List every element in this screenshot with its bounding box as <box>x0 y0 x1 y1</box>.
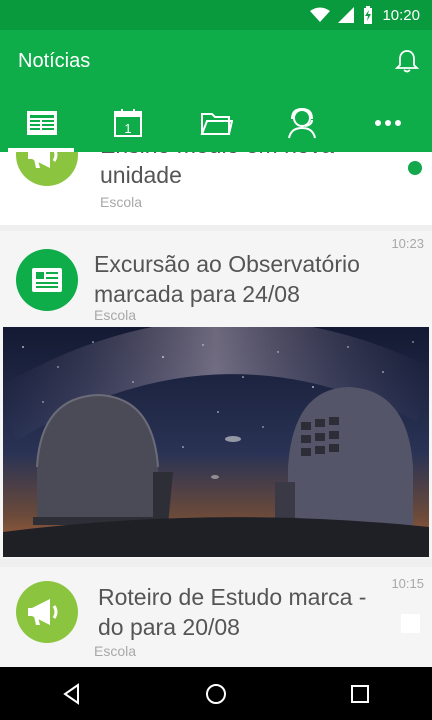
news-source: Escola <box>94 643 137 659</box>
newspaper-icon <box>32 268 62 292</box>
support-agent-icon <box>288 107 316 139</box>
tab-more[interactable] <box>358 94 418 152</box>
home-icon[interactable] <box>204 682 228 706</box>
tab-calendar[interactable]: 1 <box>98 94 158 152</box>
news-source: Escola <box>100 194 143 210</box>
app-bar: Notícias <box>0 30 432 94</box>
tab-files[interactable] <box>186 94 246 152</box>
calendar-icon: 1 <box>114 109 142 137</box>
news-time: 10:15 <box>391 576 424 591</box>
bell-icon[interactable] <box>394 48 420 74</box>
recents-icon[interactable] <box>348 682 372 706</box>
status-bar: 10:20 <box>0 0 432 30</box>
more-icon <box>375 120 401 126</box>
status-time: 10:20 <box>382 6 420 24</box>
avatar <box>16 152 78 186</box>
tab-bar: 1 <box>0 94 432 152</box>
unread-dot <box>408 161 422 175</box>
news-title: Roteiro de Estudo marca -do para 20/08 <box>98 584 367 640</box>
news-feed[interactable]: Ensino médio em nova unidade Escola 10:2… <box>0 152 432 667</box>
back-icon[interactable] <box>60 682 84 706</box>
news-card[interactable]: 10:15 Roteiro de Estudo marca -do para 2… <box>0 567 432 667</box>
megaphone-icon <box>28 152 58 168</box>
avatar <box>16 581 78 643</box>
news-title: Ensino médio em nova unidade <box>100 152 334 188</box>
system-nav-bar <box>0 667 432 720</box>
read-indicator <box>401 614 420 633</box>
observatory-image[interactable] <box>3 327 429 557</box>
news-card[interactable]: Ensino médio em nova unidade Escola <box>0 152 432 225</box>
news-source: Escola <box>94 307 137 323</box>
calendar-day: 1 <box>124 121 131 136</box>
folder-icon <box>200 113 233 135</box>
tab-support[interactable] <box>272 94 332 152</box>
signal-icon <box>338 7 355 23</box>
newspaper-icon <box>27 111 57 135</box>
avatar <box>16 249 78 311</box>
megaphone-icon <box>28 599 58 625</box>
news-title: Excursão ao Observatório marcada para 24… <box>94 251 360 307</box>
page-title: Notícias <box>18 50 91 72</box>
wifi-icon <box>310 7 331 22</box>
news-card[interactable]: 10:23 Excursão ao Observatório marcada p… <box>0 231 432 559</box>
tab-news[interactable] <box>12 94 72 152</box>
battery-charging-icon <box>364 6 373 24</box>
